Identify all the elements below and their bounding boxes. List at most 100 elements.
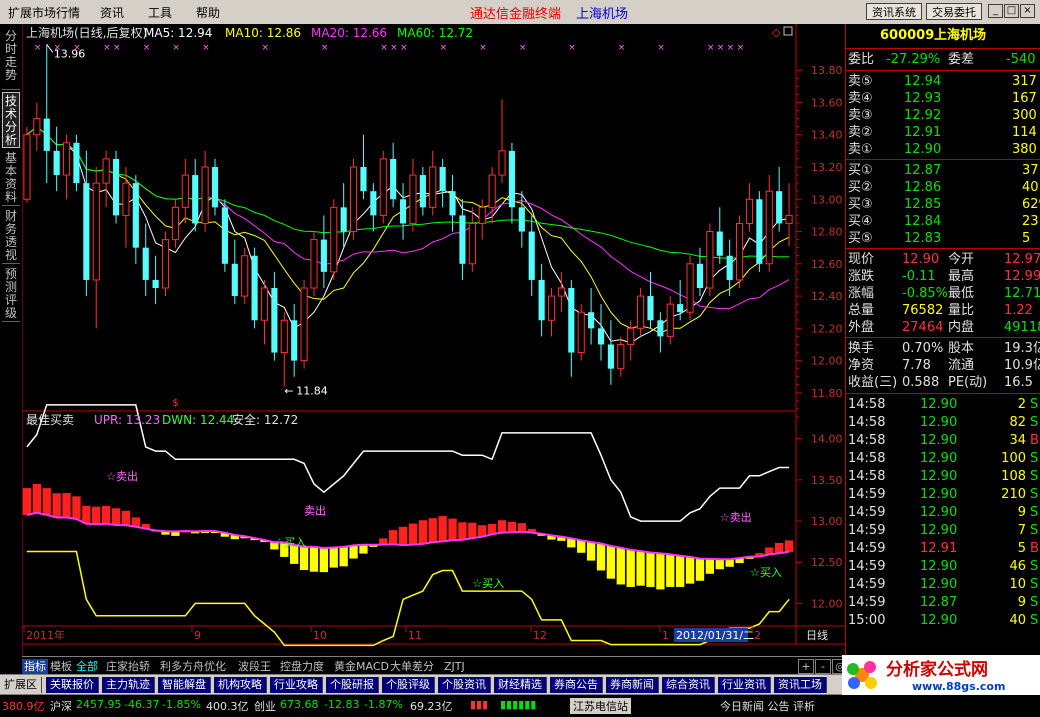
tick-time: 14:59 xyxy=(848,541,886,556)
menu-extended-market[interactable]: 扩展市场行情 xyxy=(8,4,80,21)
bottom-tab-11[interactable]: 券商新闻 xyxy=(606,677,659,693)
bid-row[interactable]: 买① 12.87 37 xyxy=(846,162,1040,179)
date-axis-label: 1 xyxy=(662,629,669,642)
bid-row[interactable]: 买⑤ 12.83 5 xyxy=(846,230,1040,247)
tick-price: 12.87 xyxy=(920,595,958,610)
bottom-tab-4[interactable]: 机构攻略 xyxy=(214,677,267,693)
bid-volume: 5 xyxy=(1022,231,1031,246)
tick-price: 12.90 xyxy=(920,505,958,520)
signal-cross-icon: × xyxy=(400,43,408,53)
bottom-tab-13[interactable]: 行业资讯 xyxy=(718,677,771,693)
indicator-tab-8[interactable]: 大单差分 xyxy=(388,659,436,674)
tick-row: 14:59 12.90 9 S xyxy=(846,504,1040,521)
side-tab-0[interactable]: 分时走势 xyxy=(2,28,20,90)
chuangye-value: 673.68 xyxy=(280,698,319,711)
restore-icon[interactable]: □ xyxy=(1004,4,1019,18)
stat-value: 16.5 xyxy=(1004,375,1033,390)
bottom-tab-2[interactable]: 主力轨迹 xyxy=(102,677,155,693)
logo-url: www.88gs.com xyxy=(912,680,1005,693)
indicator-bar xyxy=(111,508,121,525)
tick-time: 14:59 xyxy=(848,505,886,520)
indicator-tab-2[interactable]: 全部 xyxy=(74,659,100,674)
indicator-tab-3[interactable]: 庄家抬轿 xyxy=(104,659,152,674)
news-links[interactable]: 今日新闻 公告 评析 xyxy=(720,698,815,714)
tick-price: 12.90 xyxy=(920,433,958,448)
indicator-tab-7[interactable]: 黄金MACD xyxy=(332,659,391,674)
bottom-tab-8[interactable]: 个股资讯 xyxy=(438,677,491,693)
indicator-bar xyxy=(42,488,51,515)
stat-label: 最低 xyxy=(948,286,975,301)
indicator-tab-1[interactable]: 模板 xyxy=(48,659,74,674)
tick-volume: 46 xyxy=(1009,559,1026,574)
candle xyxy=(349,158,358,240)
indicator-bar xyxy=(72,496,81,519)
stat-label: PE(动) xyxy=(948,375,988,390)
stat-label: 量比 xyxy=(948,303,975,318)
ask-label: 卖② xyxy=(848,125,873,140)
ask-row[interactable]: 卖③ 12.92 300 xyxy=(846,107,1040,124)
tick-time: 14:59 xyxy=(848,577,886,592)
indicator-bar xyxy=(636,551,645,586)
price-axis-tick: 12.20 xyxy=(811,322,843,335)
ask-row[interactable]: 卖② 12.91 114 xyxy=(846,124,1040,141)
indicator-tab-5[interactable]: 波段王 xyxy=(236,659,273,674)
trade-order-button[interactable]: 交易委托 xyxy=(926,3,982,20)
bottom-tab-0[interactable]: 扩展区 xyxy=(0,677,42,693)
side-tab-4[interactable]: 预测评级 xyxy=(2,266,20,322)
signal-cross-icon: × xyxy=(568,43,576,53)
indicator-bar xyxy=(32,484,42,513)
bottom-tab-6[interactable]: 个股研报 xyxy=(326,677,379,693)
signal-cross-icon: × xyxy=(727,43,735,53)
bottom-tab-1[interactable]: 关联报价 xyxy=(46,677,99,693)
period-label[interactable]: 日线 xyxy=(806,628,828,642)
kline-chart[interactable]: 13.80 13.60 13.40 13.20 13.00 12.80 12.60 12.40… xyxy=(22,24,845,656)
server-site[interactable]: 江苏电信站 xyxy=(570,698,631,714)
tick-direction: S xyxy=(1030,613,1039,628)
indicator-tab-0[interactable]: 指标 xyxy=(22,659,48,674)
zoom-in-button[interactable]: + xyxy=(798,659,814,674)
dividend-marker-icon: $ xyxy=(172,398,178,409)
bottom-tab-9[interactable]: 财经精选 xyxy=(494,677,547,693)
menu-help[interactable]: 帮助 xyxy=(196,4,220,21)
bid-price: 12.85 xyxy=(904,197,942,212)
bid-row[interactable]: 买③ 12.85 629 xyxy=(846,196,1040,213)
bid-row[interactable]: 买④ 12.84 23 xyxy=(846,213,1040,230)
indicator-tab-6[interactable]: 控盘力度 xyxy=(278,659,326,674)
indicator-bar xyxy=(517,523,526,532)
bottom-tab-12[interactable]: 综合资讯 xyxy=(662,677,715,693)
signal-cross-icon: × xyxy=(618,43,626,53)
indicator-bar xyxy=(101,505,111,524)
bottom-tab-14[interactable]: 资讯工场 xyxy=(774,677,827,693)
menu-tools[interactable]: 工具 xyxy=(148,4,172,21)
order-ratio-row: 委比 -27.29% 委差 -540 xyxy=(846,51,1040,68)
price-axis-tick: 11.80 xyxy=(811,387,843,400)
market-weakness-bars: ▮▮▮▮▮▮ xyxy=(500,698,537,711)
info-system-button[interactable]: 资讯系统 xyxy=(866,3,922,20)
bottom-tab-10[interactable]: 券商公告 xyxy=(550,677,603,693)
side-tab-2[interactable]: 基本资料 xyxy=(2,150,20,206)
zoom-out-button[interactable]: - xyxy=(815,659,831,674)
side-tab-1[interactable]: 技术分析 xyxy=(2,92,20,148)
tick-price: 12.90 xyxy=(920,451,958,466)
tick-direction: S xyxy=(1030,397,1039,412)
close-icon[interactable]: × xyxy=(1020,4,1035,18)
indicator-signal-label: ☆卖出 xyxy=(720,510,752,524)
bid-row[interactable]: 买② 12.86 40 xyxy=(846,179,1040,196)
minimize-icon[interactable]: _ xyxy=(988,4,1003,18)
bottom-tab-5[interactable]: 行业攻略 xyxy=(270,677,323,693)
stat-row: 净资 7.78 流通 10.9亿 xyxy=(846,357,1040,374)
bottom-tab-7[interactable]: 个股评级 xyxy=(382,677,435,693)
ask-row[interactable]: 卖⑤ 12.94 317 xyxy=(846,73,1040,90)
stat-label: 涨幅 xyxy=(848,286,875,301)
ask-row[interactable]: 卖① 12.90 380 xyxy=(846,141,1040,158)
bottom-tab-3[interactable]: 智能解盘 xyxy=(158,677,211,693)
tick-row: 14:58 12.90 108 S xyxy=(846,468,1040,485)
indicator-tab-9[interactable]: ZJTJ xyxy=(442,659,467,674)
menu-info[interactable]: 资讯 xyxy=(100,4,124,21)
indicator-tab-4[interactable]: 利多方舟优化 xyxy=(158,659,228,674)
price-axis-tick: 12.60 xyxy=(811,258,843,271)
candle xyxy=(221,199,228,272)
ask-label: 卖④ xyxy=(848,91,873,106)
side-tab-3[interactable]: 财务透视 xyxy=(2,208,20,264)
ask-row[interactable]: 卖④ 12.93 167 xyxy=(846,90,1040,107)
